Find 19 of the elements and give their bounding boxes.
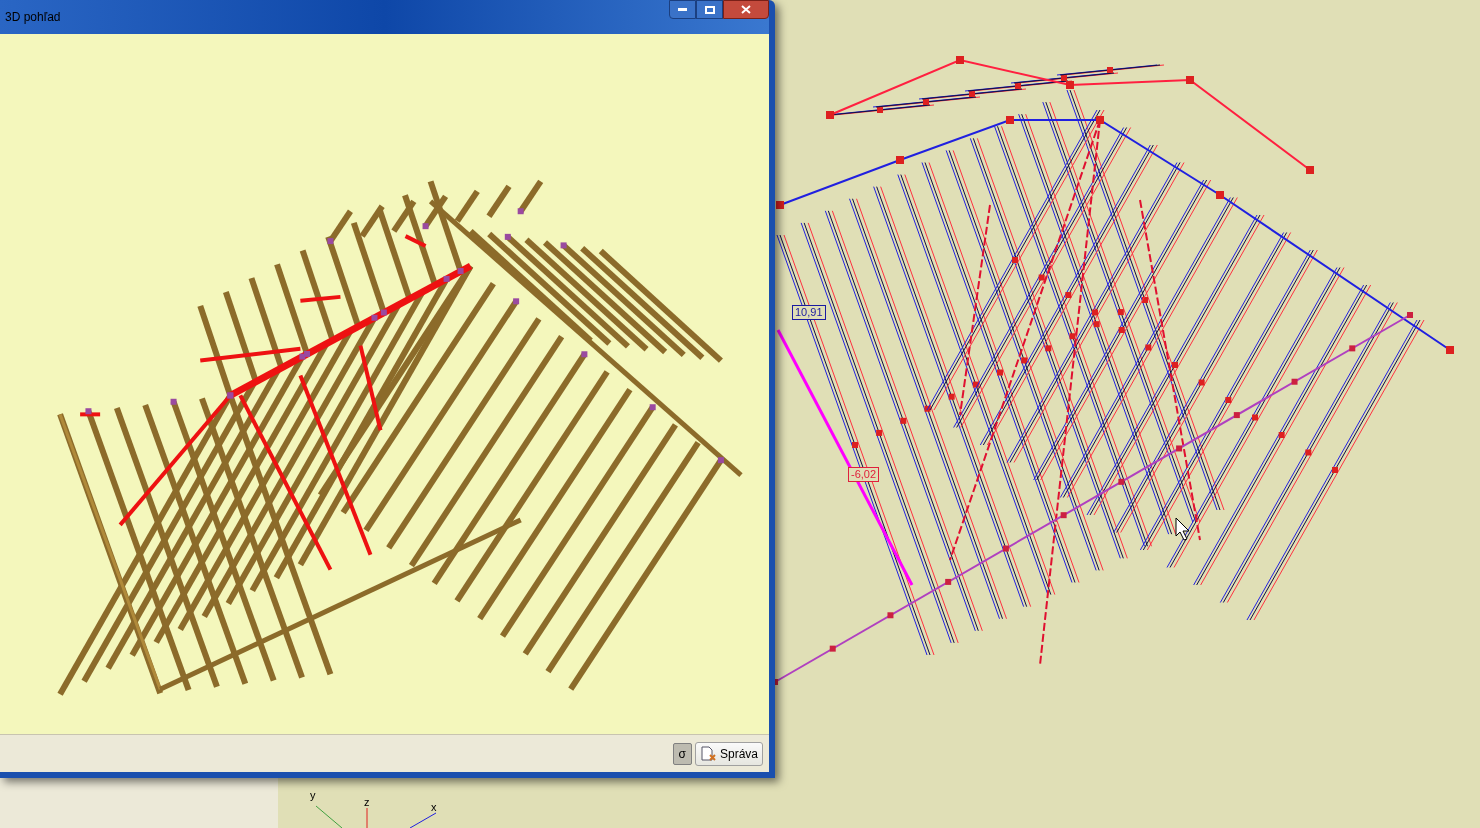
axis-label: x	[431, 801, 437, 813]
close-button[interactable]	[723, 0, 769, 19]
x-axis	[409, 812, 437, 828]
minimize-icon	[678, 8, 687, 11]
z-axis	[366, 807, 368, 828]
maximize-icon	[704, 5, 715, 14]
dimension-label: 10,91	[792, 305, 826, 320]
document-icon	[699, 745, 716, 762]
close-icon	[741, 5, 751, 14]
axis-label: z	[364, 796, 370, 808]
mouse-pointer-icon	[1175, 517, 1190, 541]
axis-label: y	[310, 789, 316, 801]
y-axis	[315, 805, 343, 828]
window-title: 3D pohľad	[4, 9, 61, 26]
dimension-label: -6,02	[848, 467, 880, 482]
sigma-toggle-button[interactable]: σ	[672, 742, 692, 765]
maximize-button[interactable]	[696, 0, 723, 19]
report-button[interactable]: Správa	[694, 741, 763, 766]
minimize-button[interactable]	[669, 0, 696, 19]
